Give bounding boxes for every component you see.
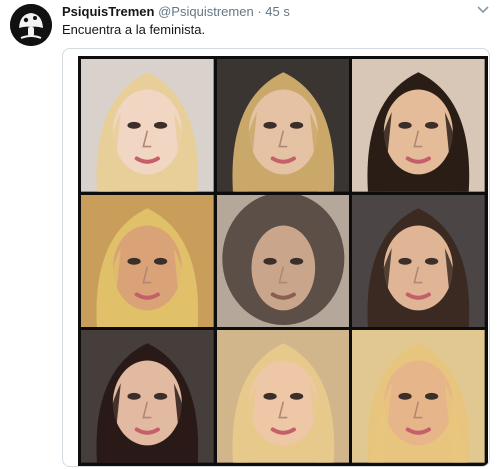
display-name[interactable]: PsiquisTremen [62, 4, 154, 19]
portrait-photo[interactable] [352, 59, 485, 192]
avatar[interactable] [10, 4, 52, 46]
portrait-photo[interactable] [216, 59, 350, 192]
tweet-card[interactable]: PsiquisTremen @Psiquistremen · 45 s Encu… [0, 0, 500, 469]
mushroom-logo-icon [10, 4, 52, 46]
tweet-media[interactable] [62, 48, 490, 467]
tweet-timestamp[interactable]: 45 s [265, 4, 290, 19]
tweet-header: PsiquisTremen @Psiquistremen · 45 s [62, 4, 290, 20]
portrait-photo[interactable] [352, 330, 485, 463]
portrait-photo[interactable] [216, 330, 350, 463]
portrait-photo[interactable] [81, 330, 214, 463]
portrait-photo[interactable] [81, 59, 214, 192]
portrait-photo[interactable] [352, 194, 485, 328]
photo-grid [78, 56, 488, 466]
tweet-text: Encuentra a la feminista. [62, 22, 206, 37]
chevron-down-icon[interactable] [476, 6, 490, 16]
portrait-photo[interactable] [216, 194, 350, 328]
portrait-photo[interactable] [81, 194, 214, 328]
separator-dot: · [257, 4, 262, 19]
user-handle[interactable]: @Psiquistremen [158, 4, 254, 19]
